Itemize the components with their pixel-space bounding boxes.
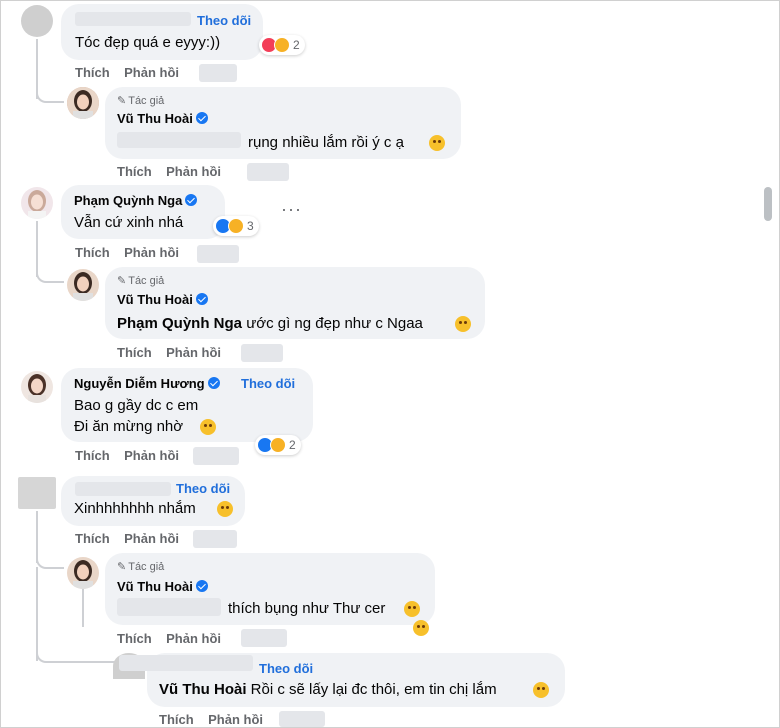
redacted-name: [75, 482, 171, 496]
verified-badge-icon: [195, 293, 208, 305]
more-options-icon[interactable]: ···: [281, 199, 302, 220]
comment-actions: Thích Phản hồi: [75, 531, 179, 546]
care-reaction-icon: [270, 437, 286, 453]
reaction-count: 2: [289, 438, 296, 452]
reply-action[interactable]: Phản hồi: [124, 448, 179, 463]
mention-link[interactable]: Vũ Thu Hoài: [159, 681, 247, 698]
comment-actions: Thích Phản hồi: [117, 631, 221, 646]
reply-action[interactable]: Phản hồi: [124, 65, 179, 80]
redacted-timestamp: [199, 64, 237, 82]
like-action[interactable]: Thích: [117, 631, 152, 646]
care-reaction-icon: [274, 37, 290, 53]
like-action[interactable]: Thích: [75, 65, 110, 80]
comment-text: Bao g gầy dc c em: [74, 397, 199, 414]
comment-text: Vũ Thu Hoài Rồi c sẽ lấy lại đc thôi, em…: [159, 681, 497, 698]
emoji-icon: [217, 501, 233, 517]
reply-action[interactable]: Phản hồi: [166, 164, 221, 179]
commenter-name[interactable]: Vũ Thu Hoài: [117, 579, 208, 594]
thread-line: [82, 587, 84, 627]
avatar[interactable]: [21, 5, 53, 37]
avatar[interactable]: [21, 187, 53, 219]
thread-connector: [36, 87, 64, 103]
emoji-icon: [404, 601, 420, 617]
emoji-icon: [533, 682, 549, 698]
pencil-icon: ✎: [117, 95, 127, 107]
redacted-timestamp: [241, 629, 287, 647]
like-action[interactable]: Thích: [75, 448, 110, 463]
like-action[interactable]: Thích: [117, 164, 152, 179]
comment-actions: Thích Phản hồi: [159, 712, 263, 727]
reply-action[interactable]: Phản hồi: [208, 712, 263, 727]
reaction-summary[interactable]: 2: [255, 435, 301, 455]
comment-text: Đi ăn mừng nhờ: [74, 418, 184, 435]
redacted-timestamp: [247, 163, 289, 181]
like-action[interactable]: Thích: [75, 245, 110, 260]
redacted-timestamp: [193, 447, 239, 465]
commenter-name[interactable]: Nguyễn Diễm Hương: [74, 376, 220, 391]
commenter-name[interactable]: Phạm Quỳnh Nga: [74, 193, 198, 208]
comment-text: Phạm Quỳnh Nga ước gì ng đẹp như c Ngaa: [117, 315, 423, 332]
like-action[interactable]: Thích: [117, 345, 152, 360]
redacted-name: [75, 12, 191, 26]
reply-action[interactable]: Phản hồi: [124, 245, 179, 260]
thread-connector: [36, 267, 64, 283]
emoji-icon: [413, 620, 429, 636]
commenter-name[interactable]: Vũ Thu Hoài: [117, 292, 208, 307]
author-tag: ✎ Tác giả: [117, 561, 165, 573]
verified-badge-icon: [207, 377, 220, 389]
verified-badge-icon: [185, 194, 198, 206]
author-tag: ✎ Tác giả: [117, 275, 165, 287]
redacted-timestamp: [197, 245, 239, 263]
follow-link[interactable]: Theo dõi: [197, 13, 251, 28]
redacted-timestamp: [193, 530, 237, 548]
haha-reaction-icon: [228, 218, 244, 234]
reaction-count: 2: [293, 38, 300, 52]
follow-link[interactable]: Theo dõi: [241, 376, 295, 391]
author-tag: ✎ Tác giả: [117, 95, 165, 107]
reply-action[interactable]: Phản hồi: [166, 631, 221, 646]
follow-link[interactable]: Theo dõi: [176, 481, 230, 496]
emoji-icon: [200, 419, 216, 435]
avatar[interactable]: [18, 477, 56, 509]
avatar[interactable]: [67, 557, 99, 589]
follow-link[interactable]: Theo dõi: [259, 661, 313, 676]
reply-action[interactable]: Phản hồi: [166, 345, 221, 360]
comment-actions: Thích Phản hồi: [117, 164, 221, 179]
thread-connector: [36, 647, 116, 663]
redacted-name: [119, 655, 253, 671]
comment-text: Tóc đẹp quá e eyyy:)): [75, 34, 221, 51]
redacted-mention: [117, 132, 241, 148]
comment-text: thích bụng như Thư cer: [228, 600, 386, 617]
mention-link[interactable]: Phạm Quỳnh Nga: [117, 315, 242, 332]
verified-badge-icon: [195, 580, 208, 592]
avatar[interactable]: [21, 371, 53, 403]
pencil-icon: ✎: [117, 561, 127, 573]
avatar[interactable]: [67, 269, 99, 301]
comment-text: Vẫn cứ xinh nhá: [74, 214, 184, 231]
redacted-timestamp: [279, 711, 325, 727]
reaction-summary[interactable]: 2: [259, 35, 305, 55]
commenter-name[interactable]: Vũ Thu Hoài: [117, 111, 208, 126]
reply-action[interactable]: Phản hồi: [124, 531, 179, 546]
emoji-icon: [429, 135, 445, 151]
emoji-icon: [455, 316, 471, 332]
like-action[interactable]: Thích: [159, 712, 194, 727]
reaction-summary[interactable]: 3: [213, 216, 259, 236]
redacted-mention: [117, 598, 221, 616]
redacted-timestamp: [241, 344, 283, 362]
comment-actions: Thích Phản hồi: [75, 65, 179, 80]
scrollbar-thumb[interactable]: [764, 187, 772, 221]
like-action[interactable]: Thích: [75, 531, 110, 546]
pencil-icon: ✎: [117, 275, 127, 287]
avatar[interactable]: [67, 87, 99, 119]
comment-actions: Thích Phản hồi: [75, 245, 179, 260]
reaction-count: 3: [247, 219, 254, 233]
comment-actions: Thích Phản hồi: [117, 345, 221, 360]
comments-panel: Theo dõi Tóc đẹp quá e eyyy:)) 2 Thích P…: [0, 0, 780, 728]
comment-text: Xinhhhhhhh nhắm: [74, 500, 196, 517]
thread-connector: [36, 553, 64, 569]
comment-text: rụng nhiều lắm rồi ý c ạ: [248, 134, 404, 151]
comment-actions: Thích Phản hồi: [75, 448, 179, 463]
verified-badge-icon: [195, 112, 208, 124]
